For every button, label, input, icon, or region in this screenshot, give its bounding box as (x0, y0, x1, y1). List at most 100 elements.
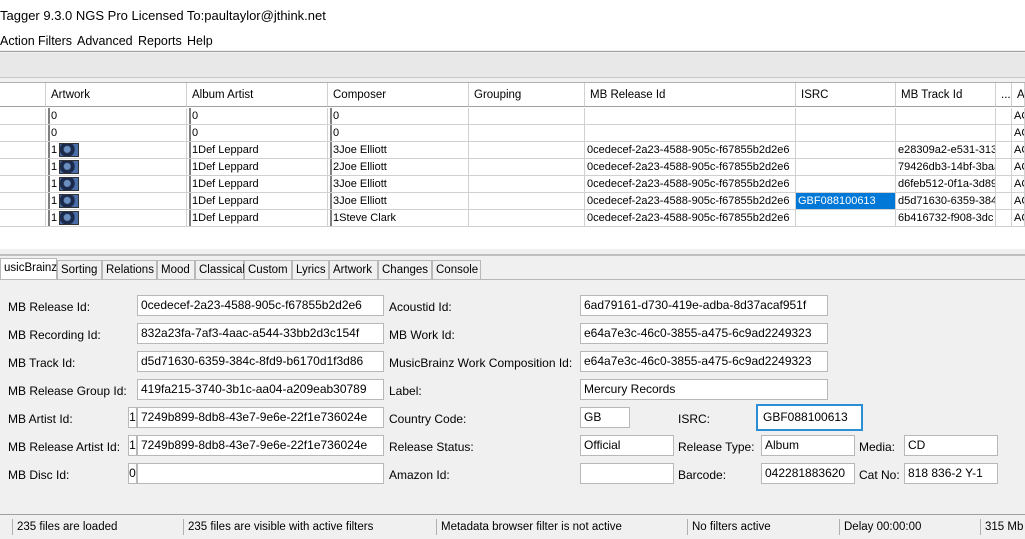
mb-track-id-field[interactable]: d5d71630-6359-384c-8fd9-b6170d1f3d86 (137, 351, 384, 372)
grid-cell-ac[interactable]: AC (1012, 125, 1025, 142)
cat-no-field[interactable]: 818 836-2 Y-1 (904, 463, 998, 484)
grid-cell-track-id[interactable]: 79426db3-14bf-3baa (896, 159, 996, 176)
release-type-field[interactable]: Album (761, 435, 855, 456)
grid-cell-composer[interactable]: 0 (328, 125, 469, 142)
grid-cell-grouping[interactable] (469, 159, 585, 176)
grid-cell-isrc[interactable] (796, 210, 896, 227)
grid-cell-album-artist[interactable]: 0 (187, 108, 328, 125)
menu-filters[interactable]: Filters (38, 34, 72, 48)
grid-cell-composer[interactable]: 0 (328, 108, 469, 125)
acoustid-field[interactable]: 6ad79161-d730-419e-adba-8d37acaf951f (580, 295, 828, 316)
grid-cell-ac[interactable]: AC (1012, 176, 1025, 193)
tab-custom[interactable]: Custom (244, 260, 292, 279)
grid-cell-release-id[interactable] (585, 125, 796, 142)
grid-cell-ac[interactable]: AC (1012, 159, 1025, 176)
grid-cell-ac[interactable]: AC (1012, 108, 1025, 125)
grid-cell-track-id[interactable]: d6feb512-0f1a-3d89 (896, 176, 996, 193)
country-code-field[interactable]: GB (580, 407, 630, 428)
grid-cell-release-id[interactable]: 0cedecef-2a23-4588-905c-f67855b2d2e6 (585, 193, 796, 210)
grid-cell-isrc[interactable] (796, 142, 896, 159)
grid-cell-grouping[interactable] (469, 193, 585, 210)
grid-cell-more[interactable] (996, 159, 1012, 176)
col-header-artwork[interactable]: Artwork (46, 83, 187, 107)
mb-disc-id-field[interactable] (137, 463, 384, 484)
grid-cell-track-id[interactable] (896, 108, 996, 125)
grid-cell-isrc[interactable]: GBF088100613 (796, 193, 896, 210)
grid-cell-art[interactable]: 0 (46, 125, 187, 142)
col-header-blank[interactable] (0, 83, 46, 107)
mb-release-artist-id-field[interactable]: 7249b899-8db8-43e7-9e6e-22f1e736024e (137, 435, 384, 456)
grid-cell-composer[interactable]: 3Joe Elliott (328, 176, 469, 193)
tab-console[interactable]: Console (432, 260, 481, 279)
col-header-ac[interactable]: Ac (1012, 83, 1025, 107)
tab-musicbrainz[interactable]: usicBrainz (0, 258, 57, 280)
grid-cell-art[interactable]: 1 (46, 159, 187, 176)
tab-relations[interactable]: Relations (102, 260, 157, 279)
col-header-mb-release-id[interactable]: MB Release Id (585, 83, 796, 107)
col-header-album-artist[interactable]: Album Artist (187, 83, 328, 107)
grid-cell-art[interactable]: 1 (46, 193, 187, 210)
grid-cell-grouping[interactable] (469, 125, 585, 142)
grid-cell-art[interactable]: 1 (46, 210, 187, 227)
release-status-field[interactable]: Official (580, 435, 674, 456)
grid-cell-release-id[interactable]: 0cedecef-2a23-4588-905c-f67855b2d2e6 (585, 159, 796, 176)
grid-cell-blank[interactable] (0, 176, 46, 193)
grid-cell-album-artist[interactable]: 1Def Leppard (187, 142, 328, 159)
grid-cell-composer[interactable]: 3Joe Elliott (328, 193, 469, 210)
tab-changes[interactable]: Changes (378, 260, 432, 279)
grid-cell-more[interactable] (996, 176, 1012, 193)
grid-cell-grouping[interactable] (469, 142, 585, 159)
label-field[interactable]: Mercury Records (580, 379, 828, 400)
barcode-field[interactable]: 042281883620 (761, 463, 855, 484)
menu-reports[interactable]: Reports (138, 34, 182, 48)
grid-cell-track-id[interactable] (896, 125, 996, 142)
grid-cell-more[interactable] (996, 193, 1012, 210)
grid-cell-composer[interactable]: 3Joe Elliott (328, 142, 469, 159)
panel-splitter[interactable] (0, 254, 1025, 256)
mb-artist-id-field[interactable]: 7249b899-8db8-43e7-9e6e-22f1e736024e (137, 407, 384, 428)
menu-help[interactable]: Help (187, 34, 213, 48)
grid-cell-more[interactable] (996, 108, 1012, 125)
grid-cell-art[interactable]: 1 (46, 176, 187, 193)
grid-cell-composer[interactable]: 2Joe Elliott (328, 159, 469, 176)
col-header-more[interactable]: ... (996, 83, 1012, 107)
col-header-grouping[interactable]: Grouping (469, 83, 585, 107)
grid-cell-ac[interactable]: AC (1012, 142, 1025, 159)
grid-cell-album-artist[interactable]: 1Def Leppard (187, 176, 328, 193)
grid-cell-release-id[interactable]: 0cedecef-2a23-4588-905c-f67855b2d2e6 (585, 210, 796, 227)
grid-cell-blank[interactable] (0, 159, 46, 176)
grid-cell-grouping[interactable] (469, 210, 585, 227)
col-header-isrc[interactable]: ISRC (796, 83, 896, 107)
menu-action[interactable]: Action (0, 34, 35, 48)
grid-cell-isrc[interactable] (796, 176, 896, 193)
tab-mood[interactable]: Mood (157, 260, 195, 279)
grid-cell-album-artist[interactable]: 0 (187, 125, 328, 142)
tab-sorting[interactable]: Sorting (57, 260, 102, 279)
col-header-composer[interactable]: Composer (328, 83, 469, 107)
mb-release-id-field[interactable]: 0cedecef-2a23-4588-905c-f67855b2d2e6 (137, 295, 384, 316)
grid-cell-album-artist[interactable]: 1Def Leppard (187, 159, 328, 176)
grid-cell-release-id[interactable] (585, 108, 796, 125)
grid-cell-album-artist[interactable]: 1Def Leppard (187, 193, 328, 210)
grid-cell-track-id[interactable]: e28309a2-e531-313 (896, 142, 996, 159)
grid-cell-art[interactable]: 1 (46, 142, 187, 159)
grid-cell-track-id[interactable]: d5d71630-6359-384 (896, 193, 996, 210)
grid-cell-blank[interactable] (0, 210, 46, 227)
grid-cell-more[interactable] (996, 210, 1012, 227)
col-header-mb-track-id[interactable]: MB Track Id (896, 83, 996, 107)
grid-cell-release-id[interactable]: 0cedecef-2a23-4588-905c-f67855b2d2e6 (585, 176, 796, 193)
mb-release-group-id-field[interactable]: 419fa215-3740-3b1c-aa04-a209eab30789 (137, 379, 384, 400)
grid-cell-isrc[interactable] (796, 159, 896, 176)
amazon-id-field[interactable] (580, 463, 674, 484)
tab-artwork[interactable]: Artwork (329, 260, 378, 279)
grid-cell-composer[interactable]: 1Steve Clark (328, 210, 469, 227)
grid-cell-grouping[interactable] (469, 176, 585, 193)
mb-work-id-field[interactable]: e64a7e3c-46c0-3855-a475-6c9ad2249323 (580, 323, 828, 344)
grid-cell-ac[interactable]: AC (1012, 210, 1025, 227)
tab-lyrics[interactable]: Lyrics (292, 260, 329, 279)
grid-cell-art[interactable]: 0 (46, 108, 187, 125)
grid-cell-blank[interactable] (0, 125, 46, 142)
grid-cell-blank[interactable] (0, 142, 46, 159)
menu-advanced[interactable]: Advanced (77, 34, 133, 48)
grid-cell-more[interactable] (996, 125, 1012, 142)
